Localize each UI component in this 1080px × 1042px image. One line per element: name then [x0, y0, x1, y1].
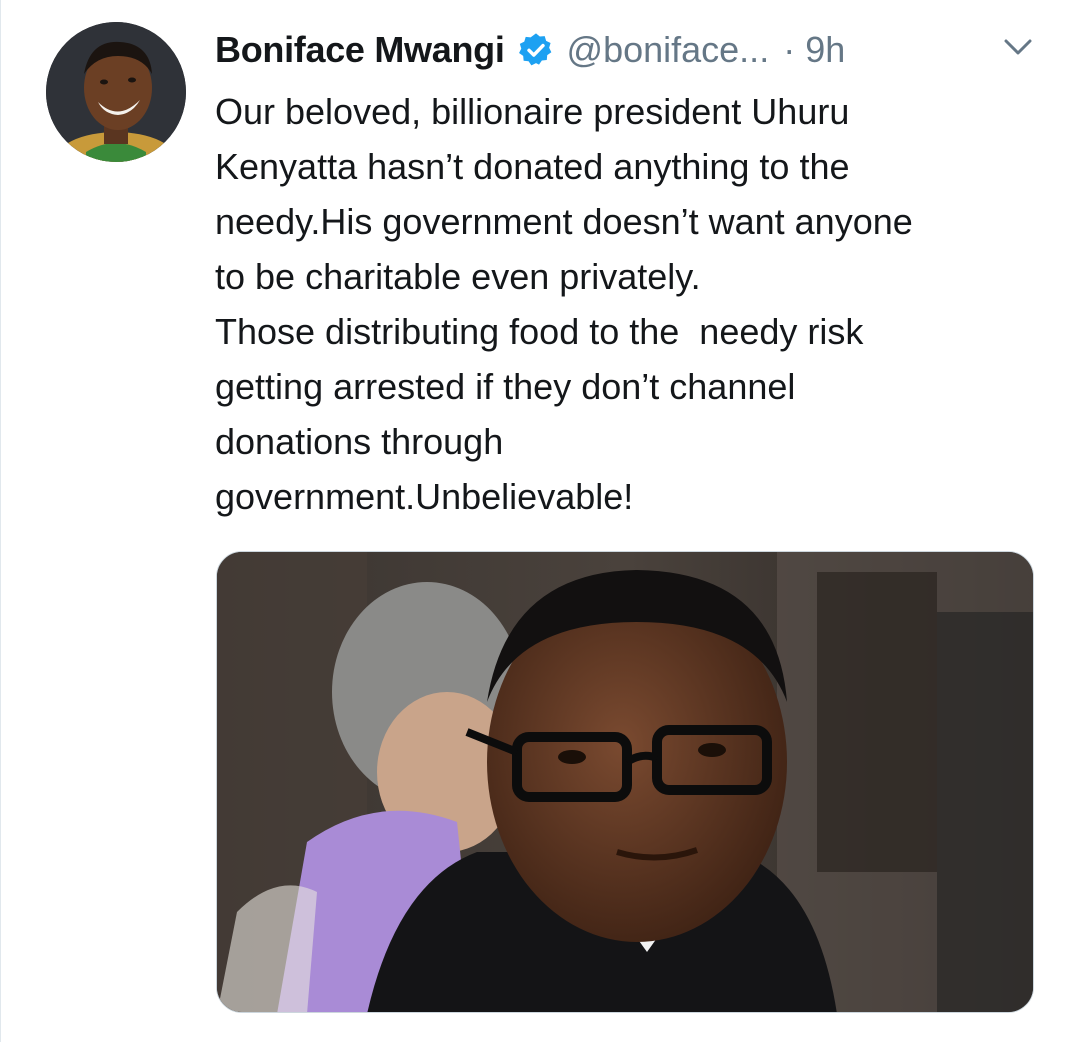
- tweet-text-line: government.Unbelievable!: [215, 476, 634, 517]
- separator-dot: ·: [783, 29, 796, 70]
- verified-badge-icon: [517, 31, 555, 69]
- tweet-text-line: Kenyatta hasn’t donated anything to the: [215, 146, 850, 187]
- tweet-text-line: to be charitable even privately.: [215, 256, 701, 297]
- tweet[interactable]: Boniface Mwangi @boniface... · 9h Our be…: [0, 0, 1080, 1042]
- tweet-text-line: donations through: [215, 421, 504, 462]
- tweet-text: Our beloved, billionaire president Uhuru…: [215, 84, 1055, 524]
- chevron-down-icon[interactable]: [1003, 36, 1033, 58]
- author-handle[interactable]: @boniface...: [567, 29, 770, 71]
- tweet-header: Boniface Mwangi @boniface... · 9h: [215, 22, 1045, 78]
- tweet-text-line: getting arrested if they don’t channel: [215, 366, 796, 407]
- tweet-photo[interactable]: [216, 551, 1034, 1013]
- tweet-timestamp[interactable]: 9h: [805, 29, 845, 71]
- tweet-text-line: needy.His government doesn’t want anyone: [215, 201, 913, 242]
- author-avatar[interactable]: [46, 22, 186, 162]
- tweet-text-line: Those distributing food to the needy ris…: [215, 311, 864, 352]
- photo-image: [217, 552, 1033, 1012]
- tweet-text-line: Our beloved, billionaire president Uhuru: [215, 91, 850, 132]
- author-display-name[interactable]: Boniface Mwangi: [215, 29, 505, 71]
- avatar-photo: [46, 22, 186, 162]
